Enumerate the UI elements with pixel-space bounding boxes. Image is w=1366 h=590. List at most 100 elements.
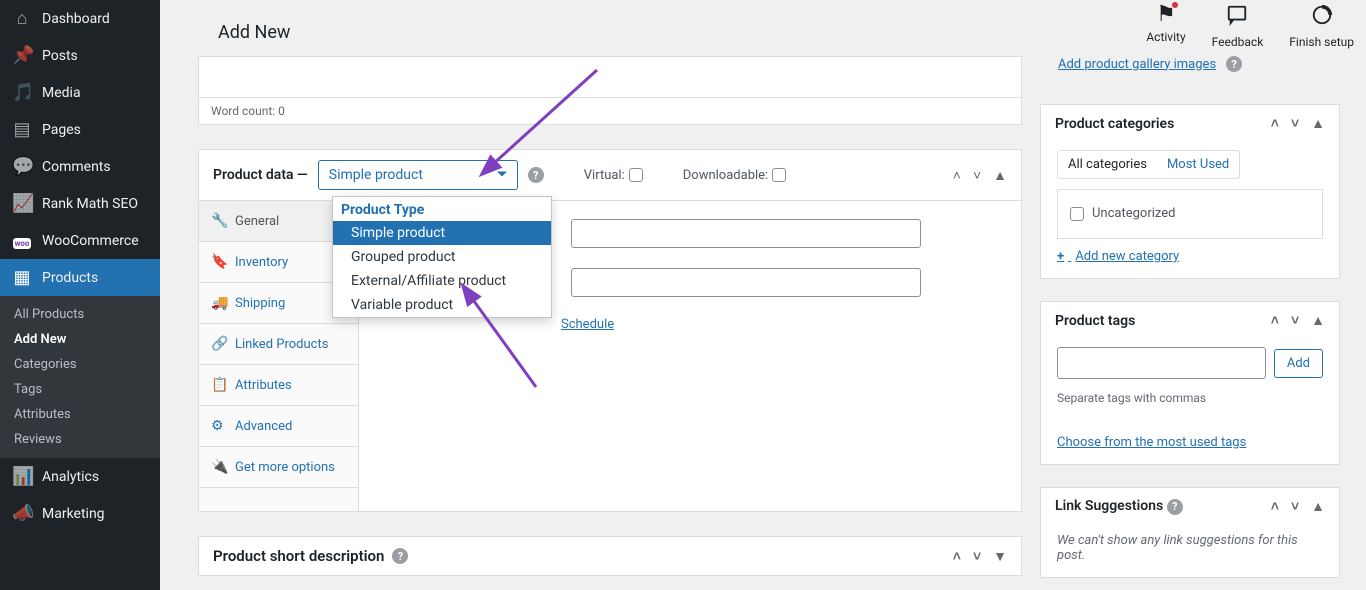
dropdown-group-label: Product Type — [333, 197, 551, 221]
sidebar-submenu-products: All Products Add New Categories Tags Att… — [0, 296, 160, 458]
product-data-title: Product data — — [213, 167, 308, 183]
tab-all-categories[interactable]: All categories — [1058, 151, 1157, 178]
categories-title: Product categories — [1055, 116, 1174, 132]
tag-icon: 🔖 — [211, 254, 227, 270]
tags-input[interactable] — [1057, 347, 1266, 379]
category-checkbox[interactable] — [1070, 207, 1084, 221]
vtab-linked[interactable]: 🔗Linked Products — [199, 324, 358, 365]
linksug-help-icon[interactable]: ? — [1167, 499, 1183, 515]
tags-metabox: Product tags ˄ ˅ ▲ Add Separate tags wit… — [1040, 301, 1340, 465]
tags-hint: Separate tags with commas — [1057, 391, 1323, 405]
panel-toggle-icon[interactable]: ▲ — [993, 167, 1007, 184]
panel-move-down-icon[interactable]: ˅ — [1291, 115, 1299, 132]
link-suggestions-title: Link Suggestions ? — [1055, 498, 1183, 515]
dropdown-option-external[interactable]: External/Affiliate product — [333, 269, 551, 293]
pin-icon: 📌 — [12, 45, 32, 66]
content-editor-box: Word count: 0 — [198, 56, 1022, 125]
page-title: Add New — [218, 22, 290, 43]
gauge-icon: ⌂ — [12, 8, 32, 29]
sidebar-item-marketing[interactable]: 📣Marketing — [0, 495, 160, 532]
vtab-attributes[interactable]: 📋Attributes — [199, 365, 358, 406]
product-gallery-add: Add product gallery images ? — [1040, 56, 1340, 82]
sidebar-item-pages[interactable]: ▤Pages — [0, 111, 160, 148]
right-column: Add product gallery images ? Product cat… — [1040, 56, 1340, 578]
panel-move-down-icon[interactable]: ˅ — [973, 167, 981, 184]
panel-move-up-icon[interactable]: ˄ — [953, 548, 961, 565]
gear-icon: ⚙ — [211, 418, 227, 434]
feedback-label: Feedback — [1212, 35, 1264, 49]
speech-icon — [1226, 4, 1248, 31]
chart-icon: 📈 — [12, 193, 32, 214]
sidebar-item-dashboard[interactable]: ⌂Dashboard — [0, 0, 160, 37]
sidebar-item-media[interactable]: 🎵Media — [0, 74, 160, 111]
tags-add-button[interactable]: Add — [1274, 349, 1323, 378]
top-action-bar: ⚑ Activity Feedback Finish setup — [1146, 4, 1354, 49]
choose-tags-link[interactable]: Choose from the most used tags — [1057, 435, 1246, 450]
link-icon: 🔗 — [211, 336, 227, 352]
dropdown-option-simple[interactable]: Simple product — [333, 221, 551, 245]
feedback-button[interactable]: Feedback — [1212, 4, 1264, 49]
add-gallery-link[interactable]: Add product gallery images — [1058, 57, 1216, 72]
sidebar-item-rank-math[interactable]: 📈Rank Math SEO — [0, 185, 160, 222]
panel-move-down-icon[interactable]: ˅ — [1291, 312, 1299, 329]
product-data-panel: Product data — Simple product ? Virtual:… — [198, 149, 1022, 512]
vtab-more-options[interactable]: 🔌Get more options — [199, 447, 358, 488]
sale-price-input[interactable] — [571, 268, 921, 297]
progress-icon — [1311, 4, 1333, 31]
chat-icon: 💬 — [12, 156, 32, 177]
finish-label: Finish setup — [1289, 35, 1354, 49]
sidebar-item-products[interactable]: ▦Products — [0, 259, 160, 296]
linksug-hint: We can't show any link suggestions for t… — [1057, 533, 1298, 563]
product-type-select[interactable]: Simple product — [318, 160, 518, 190]
panel-toggle-icon[interactable]: ▲ — [1311, 312, 1325, 329]
main-column: Word count: 0 Product data — Simple prod… — [198, 56, 1022, 576]
short-desc-help-icon[interactable]: ? — [392, 548, 408, 564]
panel-toggle-icon[interactable]: ▲ — [1311, 115, 1325, 132]
sidebar-sub-attributes[interactable]: Attributes — [0, 402, 160, 427]
panel-toggle-icon[interactable]: ▼ — [993, 548, 1007, 565]
sidebar-item-analytics[interactable]: 📊Analytics — [0, 458, 160, 495]
category-item: Uncategorized — [1070, 206, 1310, 221]
content-editor[interactable] — [199, 57, 1021, 97]
admin-sidebar: ⌂Dashboard 📌Posts 🎵Media ▤Pages 💬Comment… — [0, 0, 160, 590]
sidebar-sub-categories[interactable]: Categories — [0, 352, 160, 377]
sidebar-sub-tags[interactable]: Tags — [0, 377, 160, 402]
dropdown-option-variable[interactable]: Variable product — [333, 293, 551, 317]
sidebar-item-posts[interactable]: 📌Posts — [0, 37, 160, 74]
panel-move-up-icon[interactable]: ˄ — [1271, 312, 1279, 329]
category-list: Uncategorized — [1057, 189, 1323, 239]
virtual-checkbox[interactable] — [629, 168, 643, 182]
activity-button[interactable]: ⚑ Activity — [1146, 4, 1185, 49]
wrench-icon: 🔧 — [211, 213, 227, 229]
product-type-help-icon[interactable]: ? — [528, 167, 544, 183]
sidebar-sub-add-new[interactable]: Add New — [0, 327, 160, 352]
panel-move-down-icon[interactable]: ˅ — [973, 548, 981, 565]
sidebar-item-comments[interactable]: 💬Comments — [0, 148, 160, 185]
gallery-help-icon[interactable]: ? — [1226, 56, 1242, 72]
virtual-toggle: Virtual: — [584, 168, 643, 183]
sidebar-item-woocommerce[interactable]: wooWooCommerce — [0, 222, 160, 259]
flag-icon: ⚑ — [1156, 4, 1176, 26]
short-desc-controls: ˄ ˅ ▼ — [953, 548, 1007, 565]
dropdown-option-grouped[interactable]: Grouped product — [333, 245, 551, 269]
panel-move-up-icon[interactable]: ˄ — [953, 167, 961, 184]
tab-most-used[interactable]: Most Used — [1157, 151, 1239, 178]
regular-price-input[interactable] — [571, 219, 921, 248]
sidebar-sub-reviews[interactable]: Reviews — [0, 427, 160, 452]
downloadable-checkbox[interactable] — [772, 168, 786, 182]
product-type-dropdown: Product Type Simple product Grouped prod… — [332, 196, 552, 318]
finish-setup-button[interactable]: Finish setup — [1289, 4, 1354, 49]
panel-move-down-icon[interactable]: ˅ — [1291, 498, 1299, 515]
list-icon: 📋 — [211, 377, 227, 393]
woo-icon: woo — [12, 230, 32, 251]
panel-heading-controls: ˄ ˅ ▲ — [953, 167, 1007, 184]
sidebar-sub-all-products[interactable]: All Products — [0, 302, 160, 327]
panel-move-up-icon[interactable]: ˄ — [1271, 115, 1279, 132]
panel-toggle-icon[interactable]: ▲ — [1311, 498, 1325, 515]
tags-title: Product tags — [1055, 313, 1135, 329]
panel-move-up-icon[interactable]: ˄ — [1271, 498, 1279, 515]
page-icon: ▤ — [12, 119, 32, 140]
add-category-link[interactable]: + Add new category — [1057, 249, 1179, 264]
vtab-advanced[interactable]: ⚙Advanced — [199, 406, 358, 447]
schedule-link[interactable]: Schedule — [561, 317, 614, 332]
